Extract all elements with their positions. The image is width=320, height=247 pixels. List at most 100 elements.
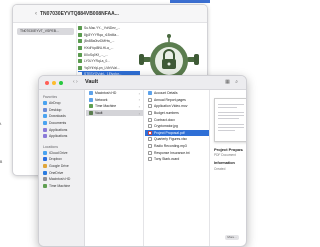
minimize-button[interactable] (52, 81, 56, 85)
sidebar-item-icon (43, 177, 47, 182)
finder-window[interactable]: ‹ › Vault ▦ ⌕ Favorites AirDrop Desktop Do… (38, 75, 247, 247)
sidebar-item-label: OneDrive (49, 170, 64, 175)
sidebar-item-label: Applications (49, 134, 68, 139)
sidebar-item[interactable]: Dropbox (39, 156, 84, 163)
file-icon (78, 46, 82, 51)
sidebar-item-icon (43, 183, 47, 188)
file-item-label: Project Proposal.pdf (154, 130, 185, 135)
file-item[interactable]: Account Details (145, 90, 209, 97)
drive-icon (89, 111, 93, 116)
column-item-label: Macintosh HD (95, 91, 117, 96)
sidebar-item-icon (43, 127, 47, 132)
file-item[interactable]: Budget.numbers (145, 110, 209, 117)
column-item[interactable]: Vault › (86, 109, 143, 117)
file-item[interactable]: Contract.docx (145, 116, 209, 123)
sidebar-item[interactable]: Documents (39, 120, 84, 127)
file-row[interactable]: Yq0YkYqLpn_LVbVVal... (78, 65, 140, 72)
column-item[interactable]: Time Machine › (86, 103, 143, 110)
column-item-label: Vault (95, 111, 103, 116)
sidebar-item-label: AirDrop (49, 101, 61, 106)
chevron-right-icon: › (138, 103, 140, 109)
chevron-left-icon[interactable]: ‹ (35, 11, 37, 17)
chevron-right-icon: › (138, 110, 140, 116)
window-controls (45, 81, 63, 85)
drive-icon (89, 97, 93, 102)
back-forward-icon[interactable]: ‹ › (73, 79, 78, 85)
file-row[interactable]: 8XoSq0Kf_..._... (78, 51, 140, 58)
preview-pane: Project Proposal PDF Document Informatio… (211, 90, 246, 246)
file-item-label: Quarterly Figures.xlsx (154, 137, 187, 142)
sidebar-item-label: iCloud Drive (49, 150, 68, 155)
sidebar-item-icon (43, 101, 47, 106)
sidebar-item[interactable]: Google Drive (39, 163, 84, 170)
document-thumbnail (214, 98, 246, 142)
file-name: 8jp3YYYRqa_r1BnMa... (84, 32, 120, 37)
finder-sidebar: Favorites AirDrop Desktop Downloads Documen… (39, 90, 85, 246)
sidebar-item[interactable]: AirDrop (39, 100, 84, 107)
file-name: 8XoSq0Kf_..._... (84, 52, 109, 57)
preview-file-type: PDF Document (214, 153, 236, 157)
file-row[interactable]: LY0LYYRqLa_0... (78, 58, 140, 65)
sidebar-item-icon (43, 157, 47, 162)
toolbar-icons[interactable]: ▦ ⌕ (225, 79, 240, 85)
file-item[interactable]: Tony Stark.vcard (145, 156, 209, 163)
file-item-label: Response Insurance.txt (154, 150, 190, 155)
file-icon (148, 150, 152, 155)
column-item[interactable]: Network › (86, 97, 143, 104)
sidebar-item-label: Dropbox (49, 157, 62, 162)
file-item[interactable]: Radio Recording.mp3 (145, 143, 209, 150)
sidebar-item[interactable]: Desktop (39, 107, 84, 114)
sidebar-item[interactable]: OneDrive (39, 169, 84, 176)
preview-info-header: Information (214, 161, 235, 165)
drive-item[interactable]: TN07030EYVT_VSPEB... (17, 28, 74, 35)
file-item-label: Account Details (154, 91, 178, 96)
sidebar-item[interactable]: Downloads (39, 113, 84, 120)
file-icon (148, 117, 152, 122)
sidebar-item-label: Time Machine (49, 183, 71, 188)
file-item[interactable]: Quarterly Figures.xlsx (145, 136, 209, 143)
file-item-label: Contract.docx (154, 117, 175, 122)
file-name: LY0LYYRqLa_0... (84, 59, 110, 64)
column-item-label: Time Machine (95, 104, 117, 109)
sidebar-header-locations: Locations (43, 144, 59, 149)
window-title: Vault (85, 79, 99, 85)
partial-text: B (0, 160, 3, 164)
column-locations: Macintosh HD › Network › Time Machine › Vault › (86, 90, 144, 246)
file-row[interactable]: 8jp3YYYRqa_r1BnMa... (78, 32, 140, 39)
file-icon (148, 97, 152, 102)
background-sheet (170, 0, 210, 3)
file-row[interactable]: jBn8Ba0hzDMHw_... (78, 38, 140, 45)
sidebar-item[interactable]: iCloud Drive (39, 150, 84, 157)
close-button[interactable] (45, 81, 49, 85)
column-vault-contents: Account Details Annual Report.pages Applic… (145, 90, 210, 246)
drive-icon (89, 104, 93, 109)
more-button[interactable]: More... (225, 235, 239, 240)
file-item-label: Tony Stark.vcard (154, 157, 180, 162)
sidebar-item[interactable]: Macintosh HD (39, 176, 84, 183)
file-item-label: Application Video.mov (154, 104, 188, 109)
sidebar-item[interactable]: Applications (39, 126, 84, 133)
finder-toolbar: ‹ › Vault ▦ ⌕ (39, 76, 246, 90)
file-icon (78, 26, 82, 31)
column-item[interactable]: Macintosh HD › (86, 90, 143, 97)
file-row[interactable]: HXdlYqd8NLHLa_... (78, 45, 140, 52)
sidebar-item-label: Downloads (49, 114, 66, 119)
sidebar-item[interactable]: Time Machine (39, 183, 84, 190)
file-item[interactable]: Annual Report.pages (145, 97, 209, 104)
sidebar-item[interactable]: Applications (39, 133, 84, 140)
file-item[interactable]: Application Video.mov (145, 103, 209, 110)
file-item[interactable]: Cryptomator.jpg (145, 123, 209, 130)
sidebar-item-label: Macintosh HD (49, 177, 71, 182)
file-icon (148, 137, 152, 142)
file-icon (78, 65, 82, 70)
file-item-label: Budget.numbers (154, 111, 179, 116)
file-item[interactable]: Response Insurance.txt (145, 149, 209, 156)
file-item[interactable]: Project Proposal.pdf (145, 129, 209, 137)
file-icon (148, 157, 152, 162)
file-item-label: Cryptomator.jpg (154, 124, 178, 129)
zoom-button[interactable] (59, 81, 63, 85)
sidebar-item-label: Documents (49, 121, 67, 126)
file-row[interactable]: Su.Mac.YY.._YoNDev_... (78, 25, 140, 32)
column-item-label: Network (95, 97, 108, 102)
sidebar-item-label: Google Drive (49, 164, 69, 169)
